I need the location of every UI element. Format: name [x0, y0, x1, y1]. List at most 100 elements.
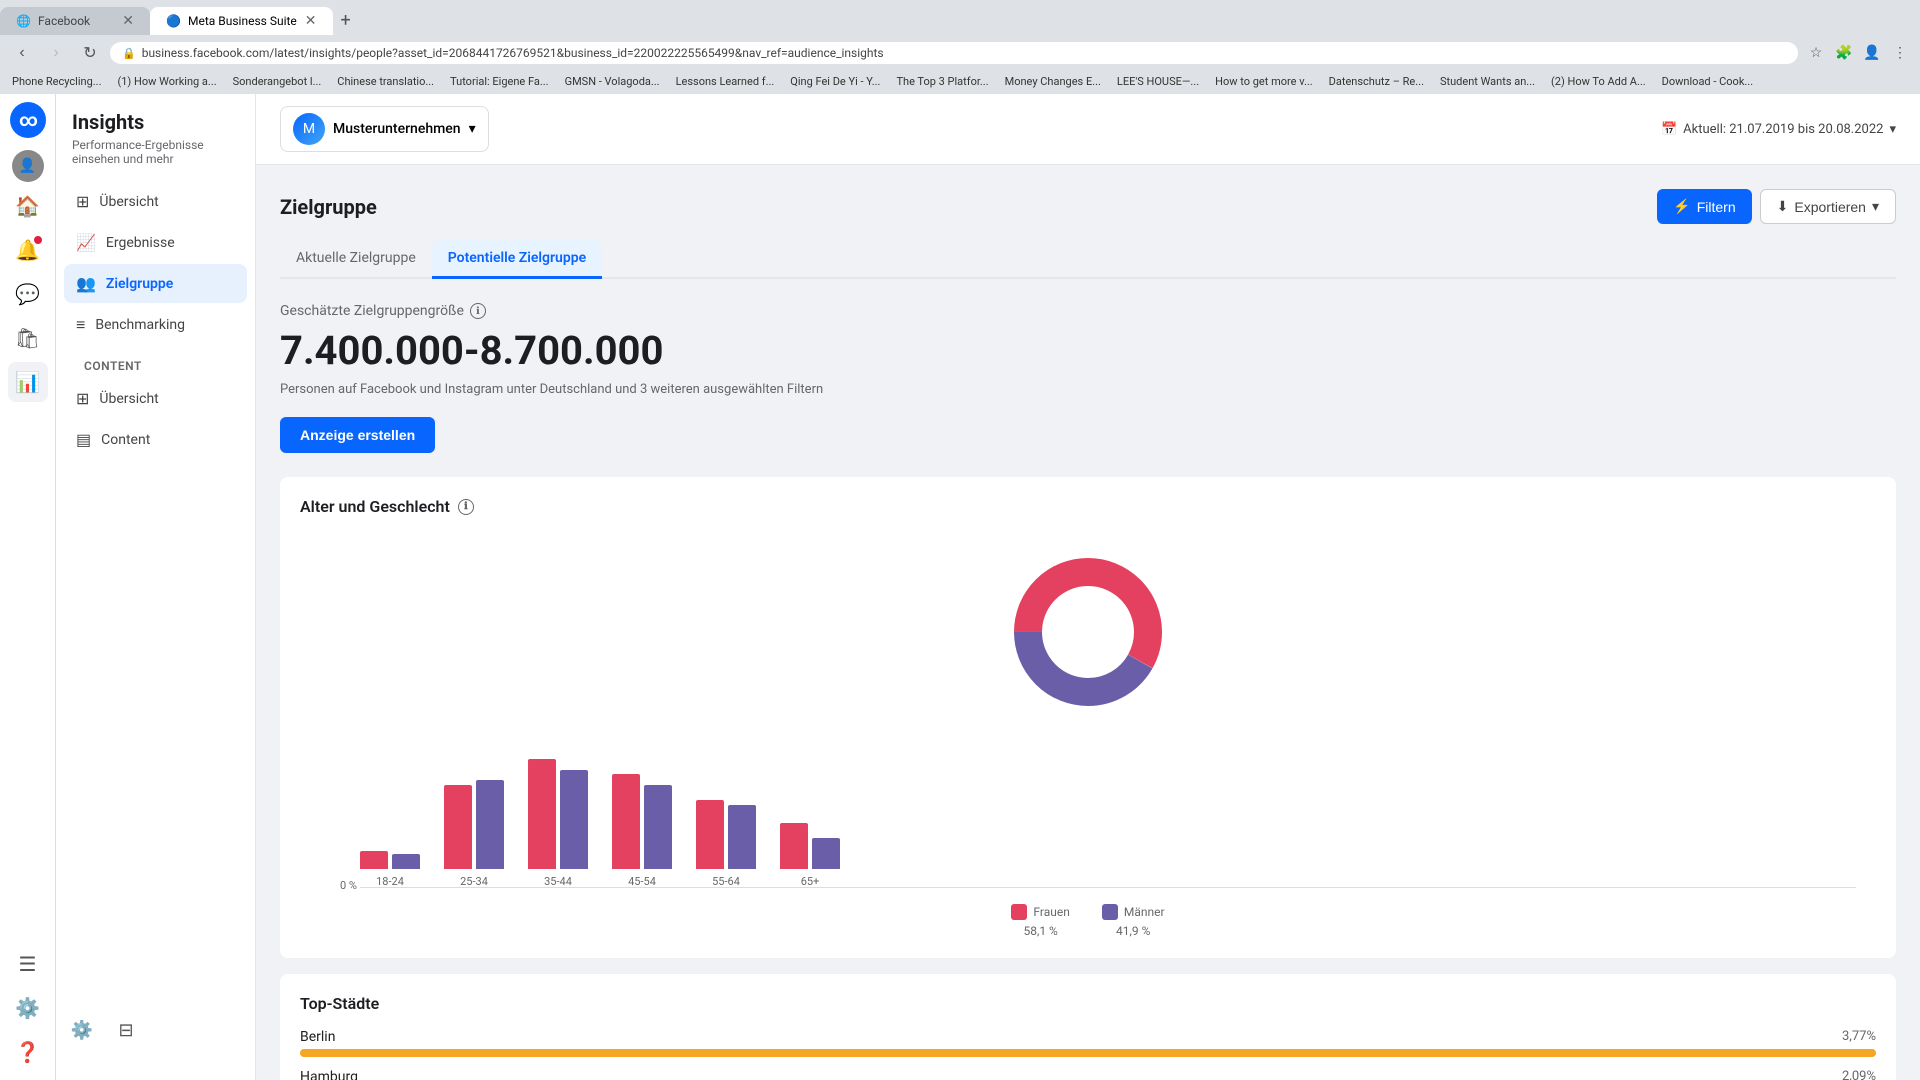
menu-icon-btn[interactable]: ☰: [8, 944, 48, 984]
analytics-icon-btn[interactable]: 📊: [8, 362, 48, 402]
bookmark-15[interactable]: Download - Cook...: [1658, 73, 1757, 90]
estimated-size-info-icon[interactable]: ℹ: [470, 303, 486, 319]
svg-text:∞: ∞: [19, 110, 38, 131]
bookmark-9[interactable]: Money Changes E...: [1001, 73, 1105, 90]
bookmark-12[interactable]: Datenschutz – Re...: [1325, 73, 1428, 90]
home-icon-btn[interactable]: 🏠: [8, 186, 48, 226]
age-gender-title: Alter und Geschlecht ℹ: [300, 497, 1876, 516]
extensions-icon[interactable]: 🧩: [1832, 41, 1856, 65]
bookmark-6[interactable]: Lessons Learned f...: [672, 73, 779, 90]
bar-frauen-55-64: [696, 800, 724, 869]
messages-icon-btn[interactable]: 💬: [8, 274, 48, 314]
sidebar-label-content-content: Content: [101, 432, 150, 448]
bar-group-18-24: 18-24: [360, 851, 420, 888]
facebook-tab-title: Facebook: [38, 14, 114, 28]
sidebar-item-content-content[interactable]: ▤ Content: [64, 420, 247, 459]
browser-addressbar: ‹ › ↻ 🔒 business.facebook.com/latest/ins…: [0, 35, 1920, 71]
tab-aktuelle[interactable]: Aktuelle Zielgruppe: [280, 240, 432, 279]
browser-tab-meta[interactable]: 🔵 Meta Business Suite ✕: [150, 7, 333, 35]
bar-group-inner-18-24: [360, 851, 420, 869]
browser-tabs: 🌐 Facebook ✕ 🔵 Meta Business Suite ✕ +: [0, 0, 1920, 35]
menu-icon[interactable]: ⋮: [1888, 41, 1912, 65]
sidebar-item-zielgruppe[interactable]: 👥 Zielgruppe: [64, 264, 247, 303]
top-cities-section: Top-Städte Berlin 3,77% Hamburg: [280, 974, 1896, 1080]
address-bar[interactable]: 🔒 business.facebook.com/latest/insights/…: [110, 42, 1798, 64]
meta-tab-close[interactable]: ✕: [305, 13, 317, 29]
sidebar-footer-layout[interactable]: ⊟: [108, 1012, 144, 1048]
bar-group-inner-45-54: [612, 774, 672, 869]
star-icon[interactable]: ☆: [1804, 41, 1828, 65]
sidebar-footer-settings[interactable]: ⚙️: [64, 1012, 100, 1048]
bookmark-5[interactable]: GMSN - Volagoda...: [561, 73, 664, 90]
filter-button[interactable]: ⚡ Filtern: [1657, 189, 1751, 224]
export-button[interactable]: ⬇ Exportieren ▾: [1760, 189, 1896, 224]
refresh-button[interactable]: ↻: [76, 39, 104, 67]
app-container: ∞ 👤 🏠 🔔 💬 🛍 📊 ☰ ⚙️ ❓ Insights Performanc…: [0, 94, 1920, 1080]
export-label: Exportieren: [1794, 199, 1866, 215]
bookmark-13[interactable]: Student Wants an...: [1436, 73, 1539, 90]
estimated-size-value: 7.400.000-8.700.000: [280, 327, 1896, 374]
bookmark-11[interactable]: How to get more v...: [1211, 73, 1317, 90]
company-avatar: M: [293, 113, 325, 145]
company-selector[interactable]: M Musterunternehmen ▾: [280, 106, 489, 152]
company-dropdown-icon: ▾: [469, 121, 476, 137]
tab-potenzielle[interactable]: Potentielle Zielgruppe: [432, 240, 602, 279]
forward-button[interactable]: ›: [42, 39, 70, 67]
frauen-pct: 58,1 %: [1023, 924, 1057, 938]
bar-maenner-55-64: [728, 805, 756, 869]
top-bar: M Musterunternehmen ▾ 📅 Aktuell: 21.07.2…: [256, 94, 1920, 165]
bookmark-4[interactable]: Tutorial: Eigene Fa...: [446, 73, 553, 90]
frauen-color: [1011, 904, 1027, 920]
sidebar-item-benchmarking[interactable]: ≡ Benchmarking: [64, 305, 247, 345]
legend-frauen: Frauen 58,1 %: [1011, 904, 1069, 938]
bookmark-14[interactable]: (2) How To Add A...: [1547, 73, 1650, 90]
chart-legend: Frauen 58,1 % Männer 41,9 %: [300, 904, 1876, 938]
maenner-label: Männer: [1124, 905, 1165, 919]
bookmark-10[interactable]: LEE'S HOUSE—...: [1113, 73, 1203, 90]
browser-icons: ☆ 🧩 👤 ⋮: [1804, 41, 1912, 65]
bookmark-7[interactable]: Qing Fei De Yi - Y...: [786, 73, 884, 90]
bookmark-2[interactable]: Sonderangebot l...: [229, 73, 326, 90]
meta-tab-title: Meta Business Suite: [188, 14, 297, 28]
settings-icon-btn[interactable]: ⚙️: [8, 988, 48, 1028]
company-name: Musterunternehmen: [333, 121, 461, 137]
bar-maenner-35-44: [560, 770, 588, 869]
zielgruppe-icon: 👥: [76, 274, 96, 293]
bar-maenner-18-24: [392, 854, 420, 869]
sidebar-item-ergebnisse[interactable]: 📈 Ergebnisse: [64, 223, 247, 262]
profile-icon[interactable]: 👤: [1860, 41, 1884, 65]
meta-favicon: 🔵: [166, 14, 180, 28]
sidebar-item-content-uebersicht[interactable]: ⊞ Übersicht: [64, 379, 247, 418]
page-content: Zielgruppe ⚡ Filtern ⬇ Exportieren ▾: [256, 165, 1920, 1080]
bar-group-45-54: 45-54: [612, 774, 672, 888]
notification-icon-btn[interactable]: 🔔: [8, 230, 48, 270]
bookmark-3[interactable]: Chinese translatio...: [333, 73, 438, 90]
facebook-tab-close[interactable]: ✕: [122, 13, 134, 29]
city-berlin-name: Berlin: [300, 1029, 335, 1045]
city-row-hamburg: Hamburg 2,09%: [300, 1069, 1876, 1080]
sidebar-item-uebersicht[interactable]: ⊞ Übersicht: [64, 182, 247, 221]
age-gender-info-icon[interactable]: ℹ: [458, 499, 474, 515]
bookmarks-bar: Phone Recycling... (1) How Working a... …: [0, 71, 1920, 94]
user-avatar[interactable]: 👤: [12, 150, 44, 182]
back-button[interactable]: ‹: [8, 39, 36, 67]
left-icon-bar: ∞ 👤 🏠 🔔 💬 🛍 📊 ☰ ⚙️ ❓: [0, 94, 56, 1080]
bookmark-8[interactable]: The Top 3 Platfor...: [892, 73, 992, 90]
export-icon: ⬇: [1777, 198, 1789, 215]
filter-icon: ⚡: [1673, 198, 1690, 215]
bar-chart-area: 0 % 18-2425-3435-4445-5455-6465+: [300, 748, 1876, 888]
section-header: Zielgruppe ⚡ Filtern ⬇ Exportieren ▾: [280, 189, 1896, 224]
filter-label: Filtern: [1697, 199, 1736, 215]
date-range-selector[interactable]: 📅 Aktuell: 21.07.2019 bis 20.08.2022 ▾: [1661, 122, 1896, 137]
bar-frauen-35-44: [528, 759, 556, 869]
new-tab-button[interactable]: +: [333, 6, 359, 35]
shop-icon-btn[interactable]: 🛍: [8, 318, 48, 358]
sidebar-label-content-uebersicht: Übersicht: [99, 391, 158, 407]
ergebnisse-icon: 📈: [76, 233, 96, 252]
browser-tab-facebook[interactable]: 🌐 Facebook ✕: [0, 7, 150, 35]
sidebar-footer: ⚙️ ⊟: [56, 996, 255, 1064]
help-icon-btn[interactable]: ❓: [8, 1032, 48, 1072]
bookmark-0[interactable]: Phone Recycling...: [8, 73, 105, 90]
create-ad-button[interactable]: Anzeige erstellen: [280, 417, 435, 453]
bookmark-1[interactable]: (1) How Working a...: [113, 73, 220, 90]
